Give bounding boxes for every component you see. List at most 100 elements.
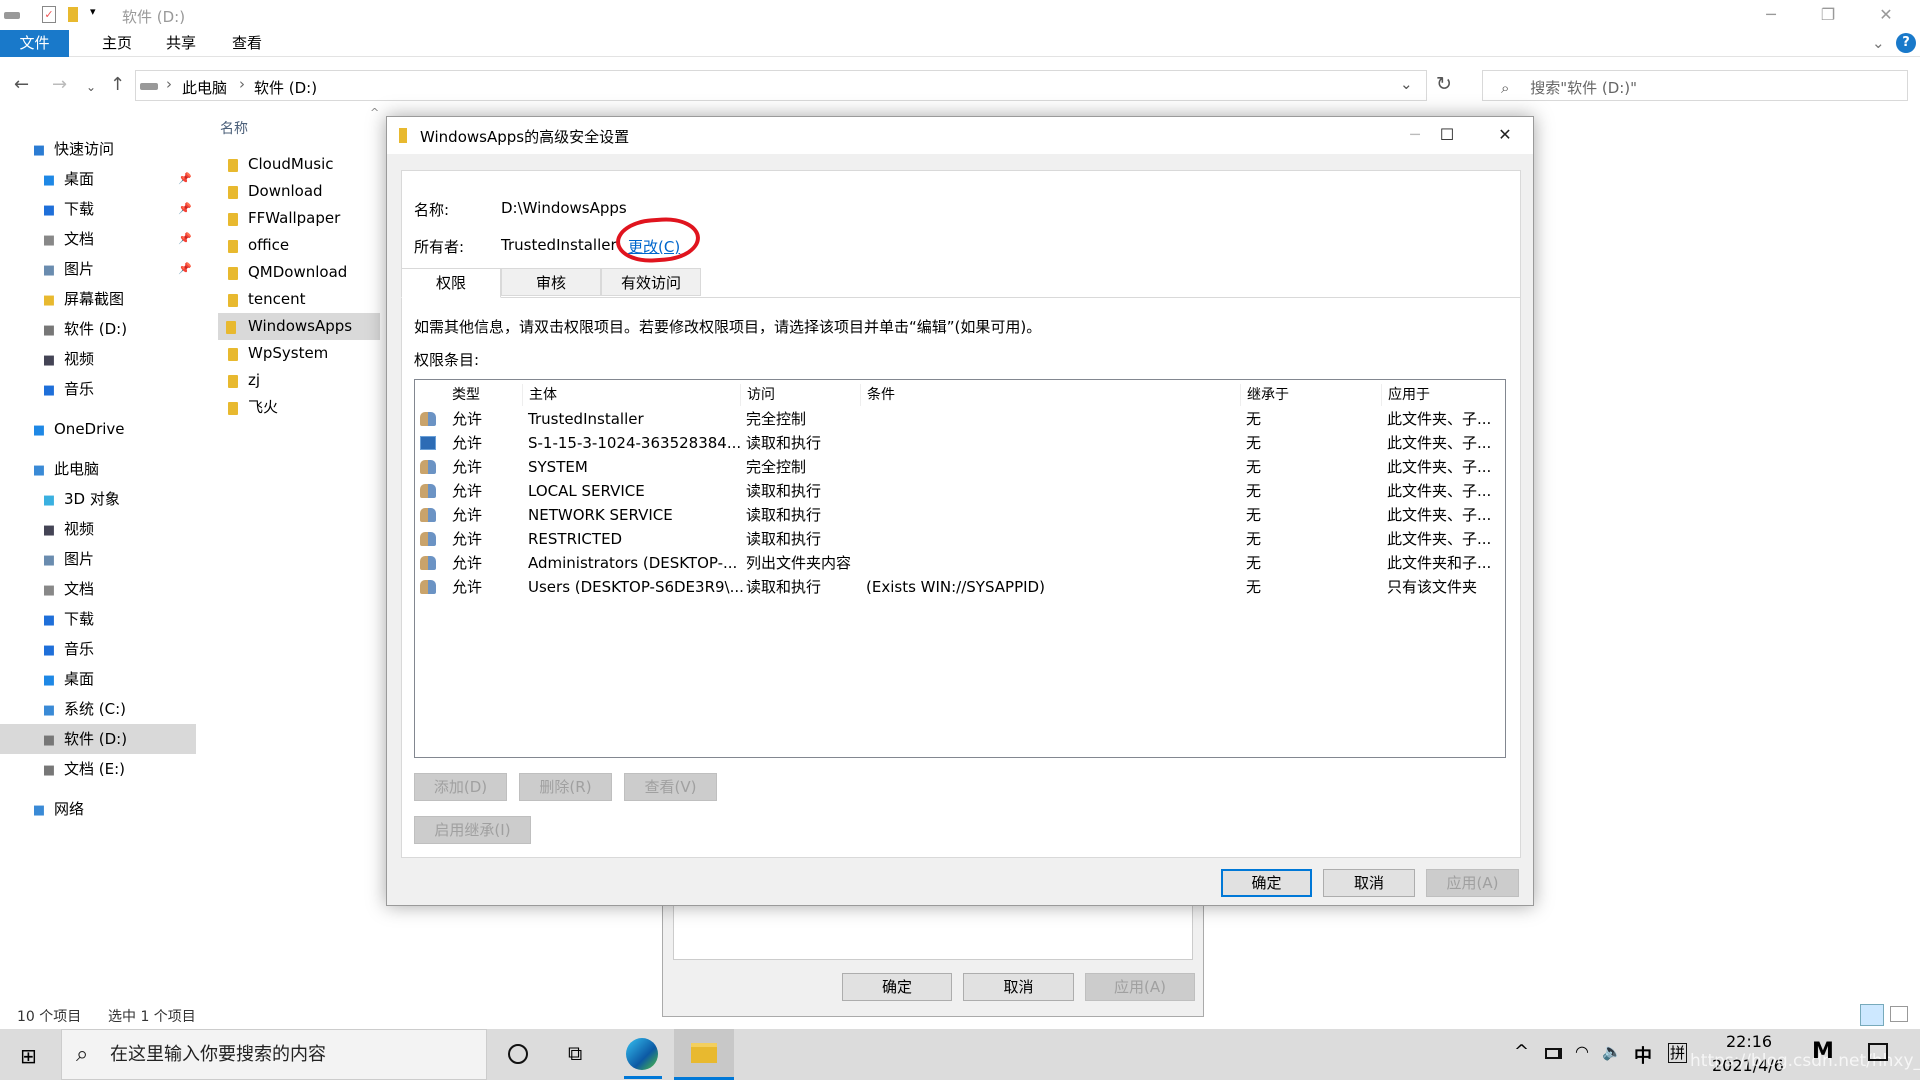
table-row[interactable]: 允许 LOCAL SERVICE 读取和执行 无 此文件夹、子... bbox=[415, 479, 1505, 503]
minimize-button[interactable]: ─ bbox=[1743, 0, 1799, 30]
pin-icon[interactable]: 📌 bbox=[178, 194, 192, 224]
pin-icon[interactable]: 📌 bbox=[178, 164, 192, 194]
table-row[interactable]: 允许 Users (DESKTOP-S6DE3R9\... 读取和执行 (Exists… bbox=[415, 575, 1505, 599]
sidebar-item[interactable]: ■ 音乐 bbox=[0, 634, 196, 664]
file-item[interactable]: CloudMusic bbox=[220, 151, 382, 178]
table-row[interactable]: 允许 S-1-15-3-1024-363528384... 读取和执行 无 此文件夹、子… bbox=[415, 431, 1505, 455]
file-item[interactable]: Download bbox=[220, 178, 382, 205]
table-row[interactable]: 允许 Administrators (DESKTOP-... 列出文件夹内容 无 此文件… bbox=[415, 551, 1505, 575]
table-row[interactable]: 允许 RESTRICTED 读取和执行 无 此文件夹、子... bbox=[415, 527, 1505, 551]
details-view-button[interactable] bbox=[1860, 1004, 1884, 1026]
pin-icon[interactable]: 📌 bbox=[178, 254, 192, 284]
file-item[interactable]: QMDownload bbox=[220, 259, 382, 286]
tab-effective-access[interactable]: 有效访问 bbox=[601, 268, 701, 296]
customize-toolbar-icon[interactable]: ▾ bbox=[90, 5, 96, 18]
properties-apply-button[interactable]: 应用(A) bbox=[1085, 973, 1195, 1001]
sidebar-item[interactable]: ■ 3D 对象 bbox=[0, 484, 196, 514]
file-item[interactable]: WpSystem bbox=[220, 340, 382, 367]
permission-entries-table[interactable]: 类型 主体 访问 条件 继承于 应用于 允许 TrustedInstaller 完全控制无此文件… bbox=[414, 379, 1506, 758]
tab-share[interactable]: 共享 bbox=[150, 30, 212, 57]
sidebar-item[interactable]: ■ 软件 (D:) bbox=[0, 314, 196, 344]
sidebar-item[interactable]: ■ 视频 bbox=[0, 514, 196, 544]
column-header[interactable]: 条件 bbox=[860, 384, 895, 406]
sidebar-item[interactable]: ■ 图片 bbox=[0, 544, 196, 574]
app-tray-icon[interactable]: M bbox=[1812, 1039, 1834, 1064]
file-item[interactable]: FFWallpaper bbox=[220, 205, 382, 232]
sidebar-item[interactable]: ■ 网络 bbox=[0, 794, 196, 824]
action-center-icon[interactable] bbox=[1868, 1043, 1888, 1061]
table-row[interactable]: 允许 NETWORK SERVICE 读取和执行 无 此文件夹、子... bbox=[415, 503, 1505, 527]
address-dropdown-icon[interactable]: ⌄ bbox=[1400, 75, 1413, 93]
wifi-icon[interactable]: ◠ bbox=[1575, 1042, 1589, 1061]
sidebar-item[interactable]: ■ 文档 bbox=[0, 574, 196, 604]
apply-button[interactable]: 应用(A) bbox=[1426, 869, 1519, 897]
large-icons-view-button[interactable] bbox=[1890, 1006, 1908, 1022]
file-item[interactable]: WindowsApps bbox=[218, 313, 380, 340]
properties-cancel-button[interactable]: 取消 bbox=[963, 973, 1074, 1001]
sidebar-item[interactable]: ■ 屏幕截图 bbox=[0, 284, 196, 314]
view-button[interactable]: 查看(V) bbox=[624, 773, 717, 801]
file-explorer-taskbar-button[interactable] bbox=[674, 1029, 734, 1080]
file-item[interactable]: zj bbox=[220, 367, 382, 394]
column-header[interactable]: 类型 bbox=[446, 384, 480, 406]
sidebar-item[interactable]: ■ 下载 📌 bbox=[0, 194, 196, 224]
up-button[interactable]: ↑ bbox=[110, 74, 125, 95]
column-header-name[interactable]: 名称 bbox=[220, 118, 248, 138]
task-view-icon[interactable]: ⧉ bbox=[568, 1041, 582, 1065]
cortana-icon[interactable] bbox=[508, 1044, 528, 1064]
breadcrumb-drive[interactable]: 软件 (D:) bbox=[254, 77, 317, 98]
sidebar-item[interactable]: ■ 桌面 📌 bbox=[0, 164, 196, 194]
windows-start-icon[interactable]: ⊞ bbox=[20, 1044, 37, 1068]
sidebar-item[interactable]: ■ 桌面 bbox=[0, 664, 196, 694]
tab-auditing[interactable]: 审核 bbox=[501, 268, 601, 296]
table-row[interactable]: 允许 TrustedInstaller 完全控制 无 此文件夹、子... bbox=[415, 407, 1505, 431]
dialog-close-button[interactable]: ✕ bbox=[1477, 120, 1533, 150]
column-header[interactable]: 应用于 bbox=[1381, 384, 1430, 406]
address-bar[interactable]: › 此电脑 › 软件 (D:) ⌄ bbox=[135, 70, 1427, 101]
close-button[interactable]: ✕ bbox=[1858, 0, 1914, 30]
cancel-button[interactable]: 取消 bbox=[1323, 869, 1415, 897]
help-icon[interactable]: ? bbox=[1896, 33, 1916, 53]
properties-ok-button[interactable]: 确定 bbox=[842, 973, 952, 1001]
tab-file[interactable]: 文件 bbox=[0, 30, 69, 57]
tab-view[interactable]: 查看 bbox=[216, 30, 278, 57]
ime-language-indicator[interactable]: 中 bbox=[1634, 1042, 1652, 1068]
battery-icon[interactable] bbox=[1545, 1048, 1562, 1059]
sidebar-item[interactable]: ■ 文档 (E:) bbox=[0, 754, 196, 784]
sidebar-item[interactable]: ■ 系统 (C:) bbox=[0, 694, 196, 724]
refresh-button[interactable]: ↻ bbox=[1436, 73, 1452, 95]
taskbar-search-box[interactable]: ⌕ 在这里输入你要搜索的内容 bbox=[61, 1029, 487, 1080]
add-button[interactable]: 添加(D) bbox=[414, 773, 507, 801]
file-item[interactable]: 飞火 bbox=[220, 394, 382, 421]
sidebar-item[interactable]: ■ 视频 bbox=[0, 344, 196, 374]
breadcrumb-this-pc[interactable]: 此电脑 bbox=[182, 77, 227, 98]
dialog-maximize-button[interactable]: ☐ bbox=[1419, 120, 1475, 150]
forward-button[interactable]: → bbox=[52, 74, 67, 95]
new-folder-icon[interactable] bbox=[68, 7, 78, 22]
column-header[interactable]: 访问 bbox=[740, 384, 775, 406]
ok-button[interactable]: 确定 bbox=[1221, 869, 1312, 897]
ime-mode-indicator[interactable]: 拼 bbox=[1668, 1043, 1688, 1063]
back-button[interactable]: ← bbox=[14, 74, 29, 95]
restore-button[interactable]: ❐ bbox=[1800, 0, 1856, 30]
properties-icon[interactable]: ✓ bbox=[42, 6, 56, 23]
column-header[interactable]: 继承于 bbox=[1240, 384, 1289, 406]
show-hidden-icons-button[interactable]: ^ bbox=[1514, 1041, 1529, 1062]
sidebar-item[interactable]: ■ 此电脑 bbox=[0, 454, 196, 484]
sidebar-item[interactable]: ■ OneDrive bbox=[0, 414, 196, 444]
clock-time[interactable]: 22:16 bbox=[1726, 1032, 1772, 1051]
expand-ribbon-icon[interactable]: ⌄ bbox=[1872, 34, 1885, 52]
recent-locations-icon[interactable]: ⌄ bbox=[86, 80, 96, 94]
edge-icon[interactable] bbox=[626, 1038, 658, 1070]
column-header[interactable]: 主体 bbox=[522, 384, 557, 406]
tab-home[interactable]: 主页 bbox=[86, 30, 148, 57]
file-item[interactable]: tencent bbox=[220, 286, 382, 313]
sidebar-item[interactable]: ■ 图片 📌 bbox=[0, 254, 196, 284]
volume-icon[interactable]: 🔈 bbox=[1602, 1042, 1622, 1061]
sidebar-item[interactable]: ■ 文档 📌 bbox=[0, 224, 196, 254]
file-item[interactable]: office bbox=[220, 232, 382, 259]
pin-icon[interactable]: 📌 bbox=[178, 224, 192, 254]
remove-button[interactable]: 删除(R) bbox=[519, 773, 612, 801]
sidebar-item[interactable]: ■ 下载 bbox=[0, 604, 196, 634]
sidebar-item[interactable]: ■ 快速访问 bbox=[0, 134, 196, 164]
